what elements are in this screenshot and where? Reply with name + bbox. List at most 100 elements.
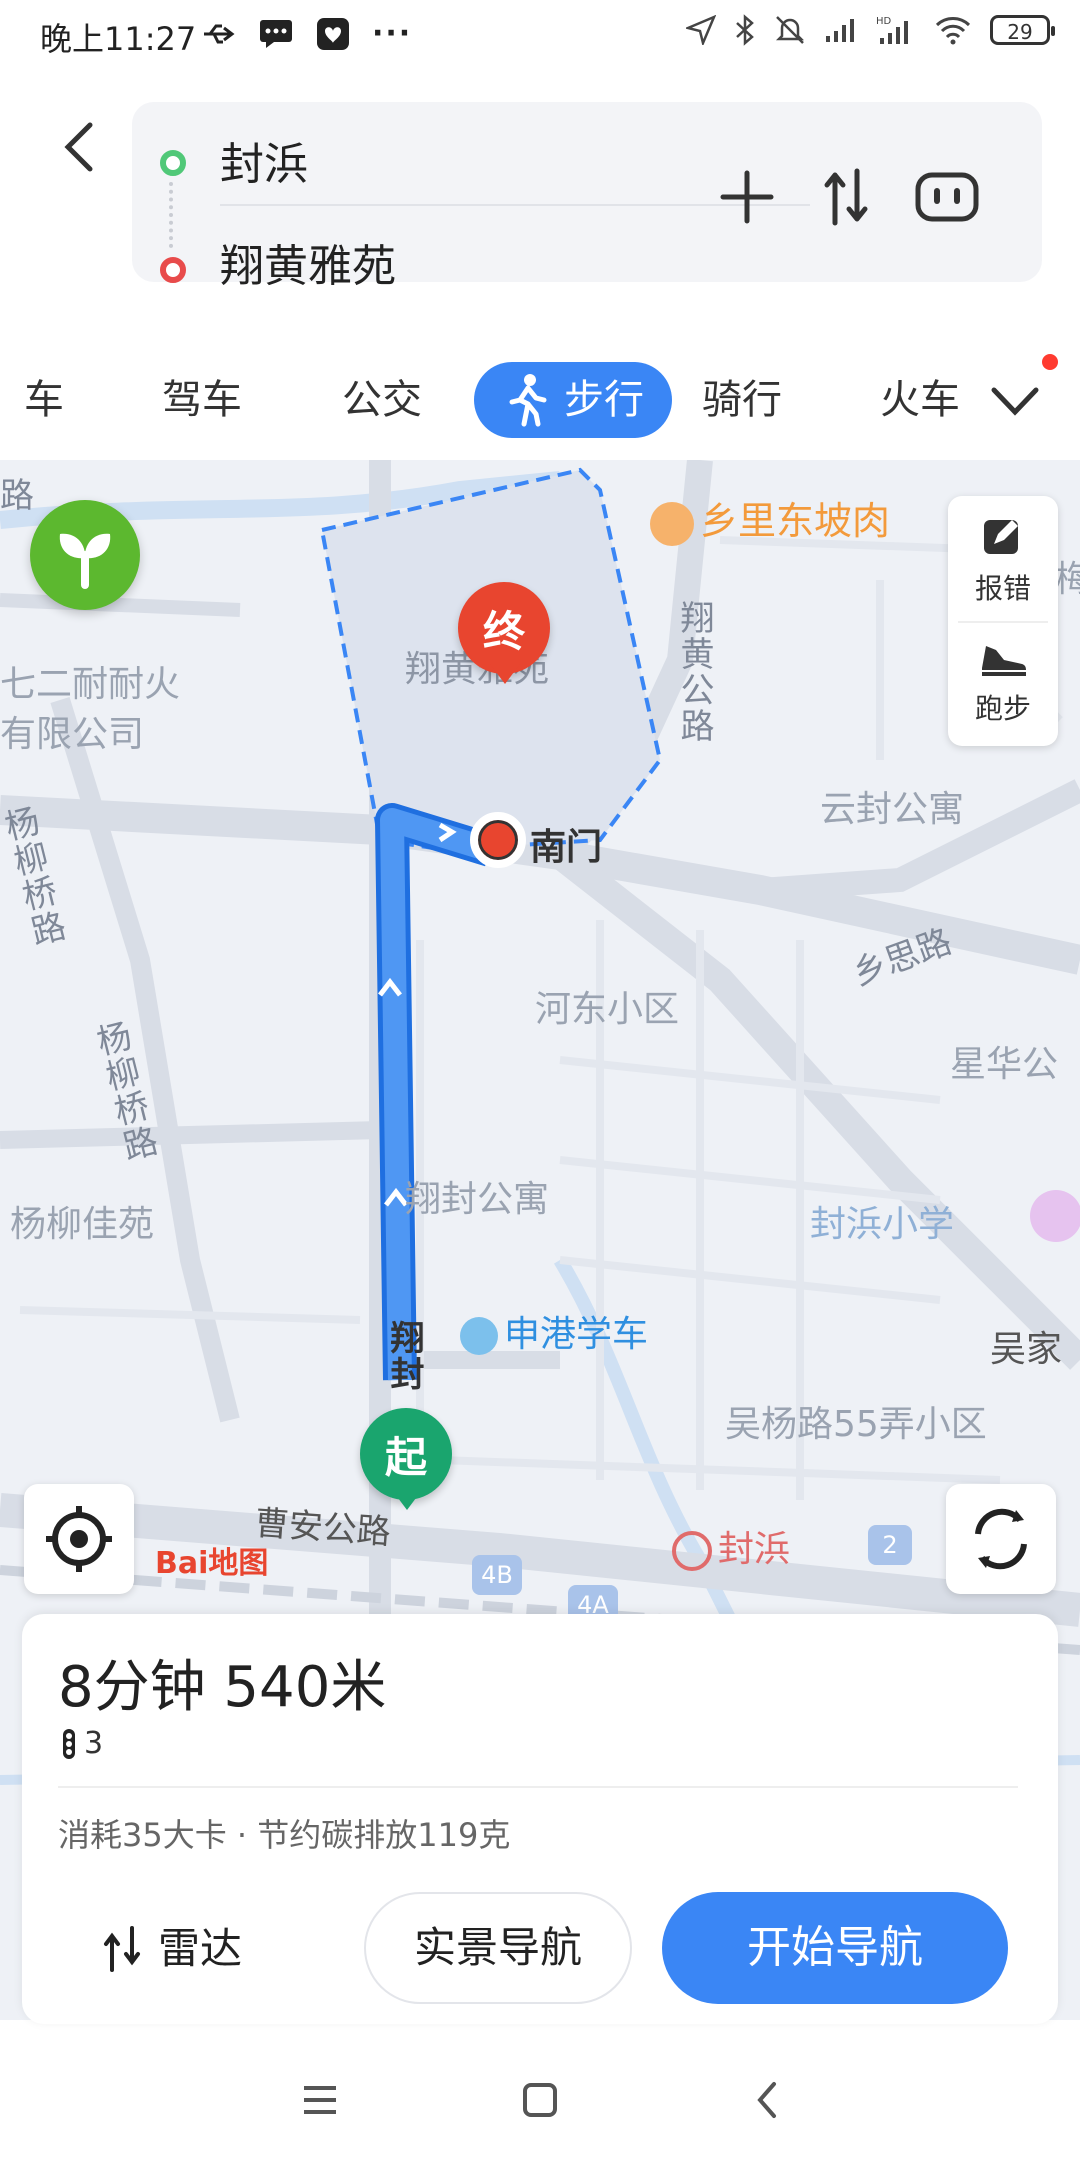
ar-navigation-button[interactable]: 实景导航 (364, 1892, 632, 2004)
tab-car[interactable]: 车 (24, 362, 64, 438)
metro-exit-badge: 4B (472, 1555, 522, 1595)
radar-icon (104, 1926, 140, 1972)
home-button[interactable] (510, 2070, 570, 2130)
menu-icon (304, 2086, 336, 2114)
status-left-icons: ··· (200, 16, 412, 51)
start-pin-text: 起 (384, 1433, 427, 1482)
gate-marker-icon[interactable] (470, 812, 526, 868)
poi-hedong-label: 河东小区 (535, 989, 680, 1030)
signal-icon (826, 19, 854, 42)
card-divider (58, 1786, 1018, 1788)
metro-exit-badge: 2 (868, 1525, 912, 1565)
poi-xiangli-text: 乡里东坡肉 (700, 499, 891, 543)
walk-icon (509, 374, 547, 427)
gate-label: 南门 (530, 827, 603, 868)
svg-text:HD: HD (876, 16, 892, 27)
start-dot-icon (160, 150, 186, 176)
destination-pin-text: 终 (482, 607, 525, 656)
crosshair-icon (46, 1506, 112, 1572)
shopping-icon[interactable] (1030, 1190, 1080, 1242)
road-label-caoan: 曹安公路 (253, 1503, 392, 1553)
chevron-down-icon (991, 387, 1039, 416)
metro-icon (672, 1531, 712, 1571)
poi-school-label: 封浜小学 (810, 1204, 955, 1245)
app-notification-icon (317, 17, 349, 50)
tab-walk-label: 步行 (564, 377, 644, 423)
road-label: 路 (0, 476, 34, 516)
tab-transit[interactable]: 公交 (342, 362, 422, 438)
usb-icon (204, 24, 235, 43)
tab-train[interactable]: 火车 (880, 362, 960, 438)
bluetooth-icon (736, 14, 754, 46)
refresh-route-button[interactable] (946, 1484, 1056, 1594)
poi-label: 七二耐耐火 (0, 664, 181, 705)
start-pin-tail (392, 1490, 422, 1510)
restaurant-icon (650, 501, 694, 546)
route-summary-card[interactable]: 8分钟 540米 3 消耗35大卡 · 节约碳排放119克 雷达 实景导航 开始… (22, 1614, 1058, 2024)
destination-pin-tail (490, 664, 520, 684)
route-card: 封浜 翔黄雅苑 (132, 102, 1042, 292)
tools-divider (958, 621, 1048, 623)
tab-walk[interactable]: 步行 (474, 362, 672, 438)
refresh-icon (975, 1508, 1027, 1570)
plus-icon (720, 170, 774, 224)
status-time: 晚上11:27 (40, 20, 197, 58)
eco-button[interactable] (30, 500, 140, 610)
back-button[interactable] (50, 112, 110, 182)
tab-bike[interactable]: 骑行 (702, 362, 782, 438)
poi-edge-label: 梅 (1055, 559, 1080, 600)
home-square-icon (523, 2083, 557, 2117)
shoe-icon (982, 646, 1026, 676)
route-options-button[interactable] (912, 162, 982, 232)
poi-wujia-label: 吴家 (990, 1329, 1063, 1370)
poi-wuyang-label: 吴杨路55弄小区 (725, 1404, 987, 1445)
notification-dot (1042, 354, 1058, 370)
baidu-map-logo: Bai地图 (155, 1538, 268, 1582)
metro-station-text: 封浜 (718, 1529, 791, 1570)
mute-icon (775, 16, 805, 44)
signal-hd-icon: HD (876, 16, 908, 44)
driving-school-icon (460, 1317, 498, 1355)
destination-pin-icon[interactable]: 终 (458, 582, 550, 674)
menu-button[interactable] (290, 2070, 350, 2130)
add-waypoint-button[interactable] (712, 162, 782, 232)
poi-shengang-label[interactable]: 申港学车 (460, 1305, 648, 1357)
locate-me-button[interactable] (24, 1484, 134, 1594)
swap-route-button[interactable] (812, 162, 882, 232)
poi-yunfeng-label: 云封公寓 (820, 789, 965, 830)
road-label-xiangfeng: 翔封 (384, 1320, 424, 1392)
wifi-icon (935, 17, 971, 45)
poi-xiangli-label[interactable]: 乡里东坡肉 (650, 490, 890, 546)
traffic-lights-count: 3 (58, 1726, 103, 1761)
destination-field[interactable]: 翔黄雅苑 (220, 230, 396, 294)
start-location-field[interactable]: 封浜 (220, 128, 308, 192)
back-arrow-icon (64, 122, 93, 172)
toggle-icon (915, 172, 979, 222)
start-pin-icon[interactable]: 起 (360, 1408, 452, 1500)
route-eta: 8分钟 540米 (58, 1655, 387, 1720)
tab-drive[interactable]: 驾车 (162, 362, 242, 438)
system-back-button[interactable] (738, 2070, 798, 2130)
poi-xinghua-label: 星华公 (950, 1044, 1059, 1085)
radar-button[interactable]: 雷达 (102, 1904, 242, 1994)
message-icon (260, 19, 292, 48)
road-label-xianghuang: 翔黄公路 (674, 600, 714, 744)
metro-station-label[interactable]: 封浜 (672, 1520, 790, 1572)
edit-icon (984, 520, 1018, 554)
report-error-button[interactable]: 报错 (948, 514, 1058, 607)
more-modes-button[interactable] (990, 368, 1050, 428)
radar-label: 雷达 (158, 1924, 243, 1973)
status-bar: 晚上11:27 ··· HD 29 (0, 0, 1080, 72)
poi-shengang-text: 申港学车 (504, 1314, 649, 1355)
swap-icon (824, 168, 868, 226)
system-nav-bar (0, 2040, 1080, 2160)
poi-yangliu-label: 杨柳佳苑 (10, 1204, 155, 1245)
running-button[interactable]: 跑步 (948, 636, 1058, 727)
traffic-lights-value: 3 (84, 1726, 104, 1761)
route-header: 封浜 翔黄雅苑 (0, 72, 1080, 332)
travel-mode-tabs: 车 驾车 公交 步行 骑行 火车 (0, 340, 1080, 450)
battery-icon: 29 (990, 15, 1055, 45)
start-navigation-button[interactable]: 开始导航 (662, 1892, 1008, 2004)
map-side-tools: 报错 跑步 (948, 496, 1058, 746)
poi-xiangfeng-apt-label: 翔封公寓 (405, 1179, 550, 1220)
